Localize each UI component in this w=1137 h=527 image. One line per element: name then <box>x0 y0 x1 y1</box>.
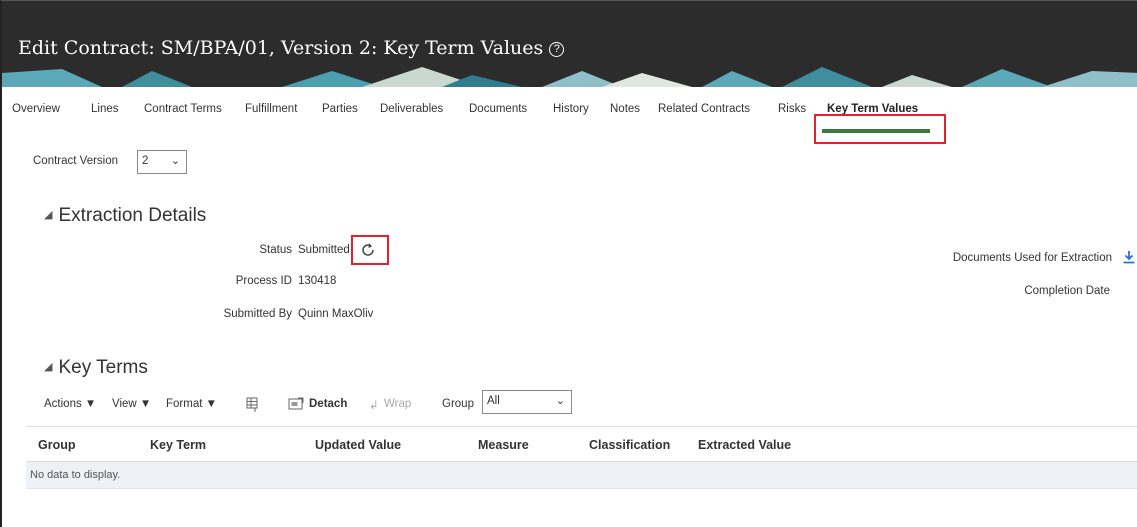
tab-fulfillment[interactable]: Fulfillment <box>245 103 297 115</box>
documents-used-label: Documents Used for Extraction <box>952 252 1112 264</box>
group-filter-value: All <box>487 395 500 407</box>
tab-parties[interactable]: Parties <box>322 103 358 115</box>
column-header-measure[interactable]: Measure <box>478 438 529 452</box>
tab-related-contracts[interactable]: Related Contracts <box>658 103 750 115</box>
tab-notes[interactable]: Notes <box>610 103 640 115</box>
chevron-down-icon: ⌄ <box>170 155 180 167</box>
submitted-by-label: Submitted By <box>223 308 292 320</box>
view-menu-label: View <box>112 398 137 410</box>
contract-version-select[interactable]: 2 ⌄ <box>137 150 187 174</box>
download-icon[interactable] <box>1122 250 1136 264</box>
dropdown-arrow-icon: ▼ <box>84 398 97 410</box>
page-title-text: Edit Contract: SM/BPA/01, Version 2: Key… <box>18 37 544 59</box>
help-icon[interactable]: ? <box>549 42 565 57</box>
key-terms-header[interactable]: ◢ Key Terms <box>44 357 148 379</box>
column-header-group[interactable]: Group <box>38 438 76 452</box>
process-id-value: 130418 <box>298 275 337 287</box>
contract-version-label: Contract Version <box>33 155 119 167</box>
tab-documents[interactable]: Documents <box>469 103 527 115</box>
table-empty-row: No data to display. <box>26 462 1137 489</box>
actions-menu[interactable]: Actions ▼ <box>44 398 96 410</box>
collapse-triangle-icon[interactable]: ◢ <box>44 208 52 221</box>
group-filter-label: Group <box>442 398 474 410</box>
column-header-classification[interactable]: Classification <box>589 438 670 452</box>
status-value: Submitted <box>298 244 350 256</box>
active-tab-highlight-box <box>814 114 946 144</box>
group-filter-select[interactable]: All ⌄ <box>482 390 572 414</box>
tab-risks[interactable]: Risks <box>778 103 806 115</box>
tab-bar: Overview Lines Contract Terms Fulfillmen… <box>2 87 1137 133</box>
freeze-columns-icon[interactable] <box>246 397 260 413</box>
format-menu-label: Format <box>166 398 203 410</box>
actions-menu-label: Actions <box>44 398 82 410</box>
tab-history[interactable]: History <box>553 103 589 115</box>
submitted-by-value: Quinn MaxOliv <box>298 308 374 320</box>
column-header-extracted-value[interactable]: Extracted Value <box>698 438 791 452</box>
format-menu[interactable]: Format ▼ <box>166 398 217 410</box>
tab-deliverables[interactable]: Deliverables <box>380 103 443 115</box>
status-label: Status <box>259 244 292 256</box>
completion-date-label: Completion Date <box>1024 285 1110 297</box>
refresh-highlight-box <box>351 235 389 265</box>
view-menu[interactable]: View ▼ <box>112 398 151 410</box>
column-header-updated-value[interactable]: Updated Value <box>315 438 401 452</box>
key-terms-title: Key Terms <box>58 357 148 378</box>
page-frame: Edit Contract: SM/BPA/01, Version 2: Key… <box>0 0 1137 527</box>
dropdown-arrow-icon: ▼ <box>205 398 218 410</box>
tab-contract-terms[interactable]: Contract Terms <box>144 103 222 115</box>
wrap-icon: ↲ <box>369 400 379 412</box>
detach-icon[interactable] <box>288 397 304 411</box>
dropdown-arrow-icon: ▼ <box>139 398 152 410</box>
contract-version-value: 2 <box>142 155 149 167</box>
empty-message: No data to display. <box>30 469 121 481</box>
collapse-triangle-icon[interactable]: ◢ <box>44 360 52 373</box>
tab-overview[interactable]: Overview <box>12 103 60 115</box>
extraction-details-title: Extraction Details <box>58 205 207 226</box>
chevron-down-icon: ⌄ <box>555 395 565 407</box>
wrap-button[interactable]: Wrap <box>384 398 411 410</box>
key-terms-table-header: Group Key Term Updated Value Measure Cla… <box>26 426 1137 462</box>
extraction-details-header[interactable]: ◢ Extraction Details <box>44 205 206 227</box>
tab-lines[interactable]: Lines <box>91 103 119 115</box>
process-id-label: Process ID <box>235 275 292 287</box>
page-header: Edit Contract: SM/BPA/01, Version 2: Key… <box>2 1 1137 87</box>
column-header-key-term[interactable]: Key Term <box>150 438 206 452</box>
detach-button[interactable]: Detach <box>309 398 347 410</box>
page-title: Edit Contract: SM/BPA/01, Version 2: Key… <box>18 37 565 59</box>
